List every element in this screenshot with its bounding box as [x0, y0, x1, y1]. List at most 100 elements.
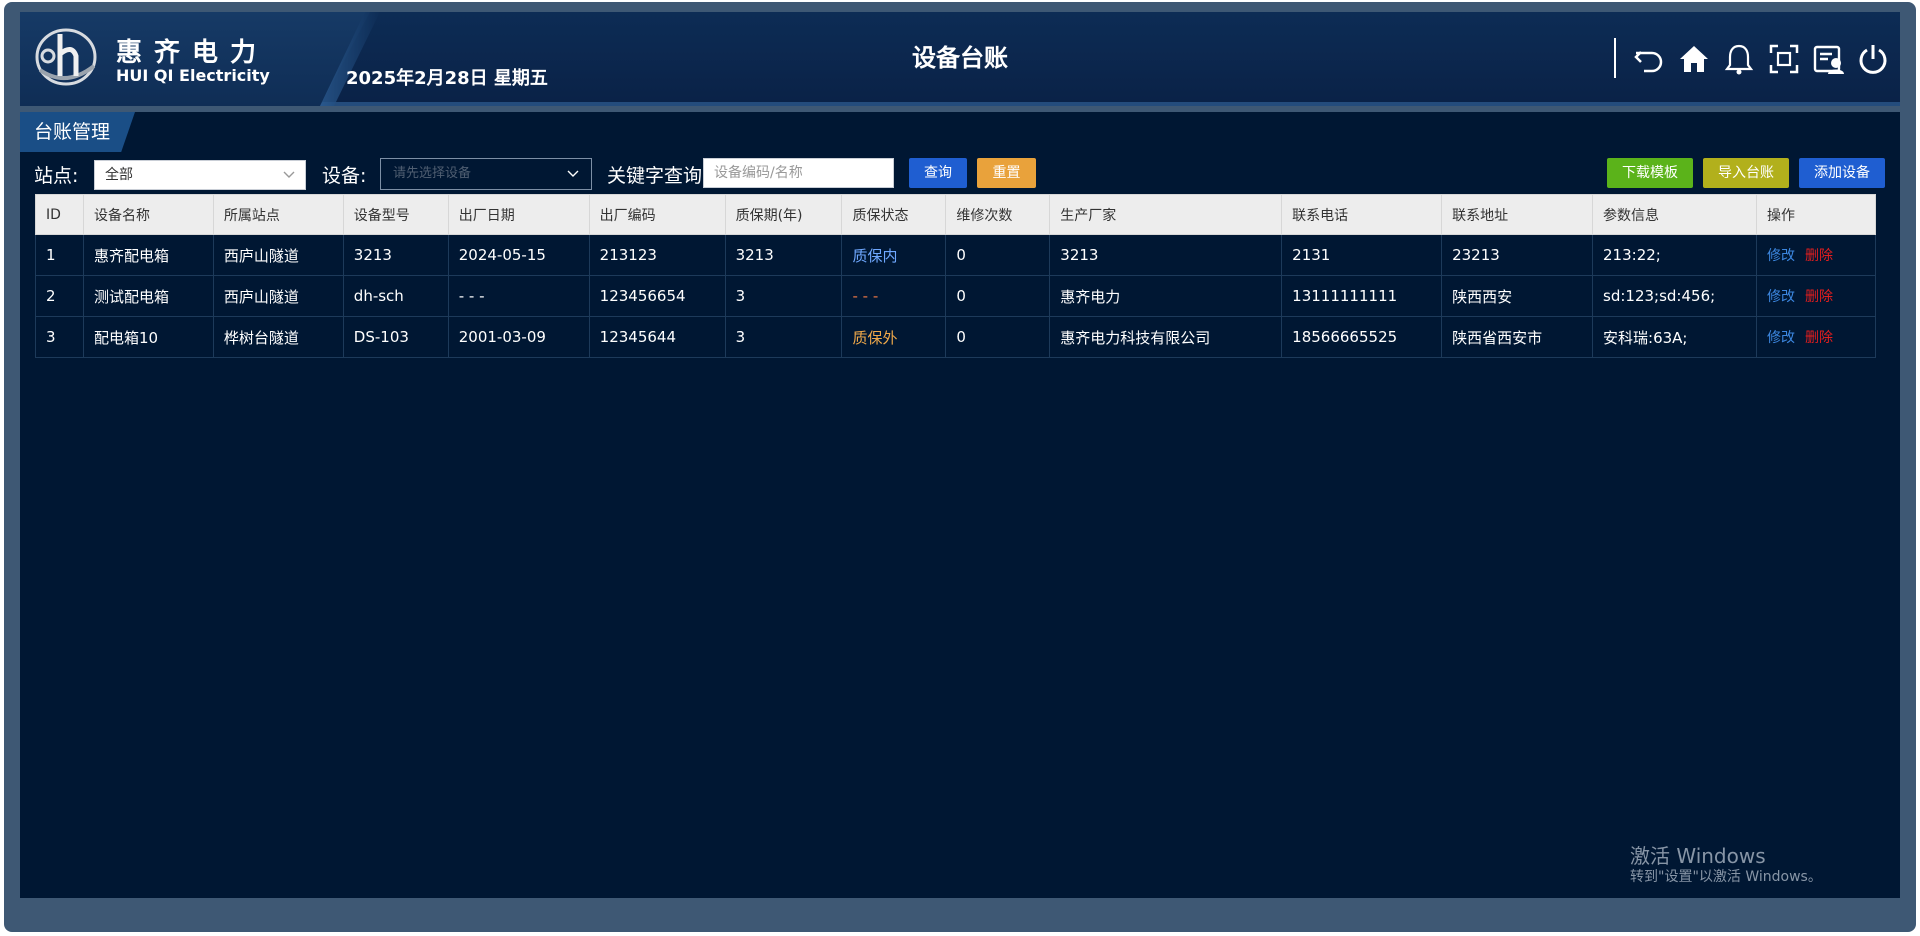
column-header: 操作: [1755, 194, 1877, 235]
brand-name-cn: 惠齐电力: [116, 38, 269, 68]
cell-device-name: 测试配电箱: [82, 275, 214, 317]
delete-link[interactable]: 删除: [1805, 248, 1833, 264]
cell-device-name: 配电箱10: [82, 316, 214, 358]
cell-station: 西庐山隧道: [212, 275, 344, 317]
cell-model: dh-sch: [342, 275, 449, 317]
device-label: 设备:: [322, 165, 367, 187]
cell-manufacturer: 惠齐电力科技有限公司: [1049, 316, 1283, 358]
cell-model: DS-103: [342, 316, 449, 358]
station-select[interactable]: 全部: [94, 160, 306, 190]
cell-address: 陕西西安: [1441, 275, 1594, 317]
cell-warranty-status: - - -: [841, 275, 947, 317]
edit-link[interactable]: 修改: [1767, 330, 1795, 346]
home-icon[interactable]: [1677, 42, 1711, 76]
cell-factory-date: 2024-05-15: [447, 234, 590, 276]
cell-params: sd:123;sd:456;: [1592, 275, 1757, 317]
cell-id: 3: [35, 316, 84, 358]
column-header: 维修次数: [945, 194, 1051, 235]
station-label: 站点:: [34, 165, 79, 187]
column-header: ID: [35, 194, 84, 235]
cell-phone: 13111111111: [1281, 275, 1443, 317]
reset-button[interactable]: 重置: [977, 158, 1036, 188]
column-header: 质保期(年): [724, 194, 843, 235]
column-header: 质保状态: [841, 194, 947, 235]
edit-link[interactable]: 修改: [1767, 248, 1795, 264]
cell-warranty-years: 3213: [724, 234, 843, 276]
table-row: 3 配电箱10 桦树台隧道 DS-103 2001-03-09 12345644…: [35, 316, 1877, 358]
column-header: 生产厂家: [1049, 194, 1283, 235]
tab-ledger-management[interactable]: 台账管理: [20, 112, 135, 152]
bell-icon[interactable]: [1722, 42, 1756, 76]
chevron-down-icon: [567, 170, 579, 177]
cell-warranty-status: 质保内: [841, 234, 947, 276]
current-date: 2025年2月28日 星期五: [346, 68, 548, 89]
cell-id: 1: [35, 234, 84, 276]
column-header: 设备名称: [82, 194, 214, 235]
column-header: 联系电话: [1281, 194, 1443, 235]
table-row: 2 测试配电箱 西庐山隧道 dh-sch - - - 123456654 3 -…: [35, 275, 1877, 317]
cell-factory-date: 2001-03-09: [447, 316, 590, 358]
query-button[interactable]: 查询: [909, 158, 967, 188]
app-header: 惠齐电力 HUI QI Electricity 2025年2月28日 星期五 设…: [20, 12, 1900, 106]
power-icon[interactable]: [1856, 42, 1890, 76]
user-card-icon[interactable]: [1812, 42, 1846, 76]
cell-warranty-years: 3: [724, 316, 843, 358]
cell-repair-count: 0: [945, 234, 1051, 276]
table-row: 1 惠齐配电箱 西庐山隧道 3213 2024-05-15 213123 321…: [35, 234, 1877, 276]
device-select-placeholder: 请先选择设备: [393, 166, 472, 181]
cell-warranty-years: 3: [724, 275, 843, 317]
cell-station: 桦树台隧道: [212, 316, 344, 358]
column-header: 联系地址: [1441, 194, 1594, 235]
chevron-down-icon: [283, 171, 295, 178]
cell-repair-count: 0: [945, 275, 1051, 317]
cell-address: 23213: [1441, 234, 1594, 276]
page-title: 设备台账: [912, 44, 1008, 72]
keyword-label: 关键字查询: [607, 165, 703, 187]
fullscreen-icon[interactable]: [1767, 42, 1801, 76]
cell-device-name: 惠齐配电箱: [82, 234, 214, 276]
cell-factory-code: 12345644: [588, 316, 726, 358]
import-ledger-button[interactable]: 导入台账: [1703, 158, 1789, 188]
windows-activation-title: 激活 Windows: [1630, 844, 1766, 868]
windows-activation-hint: 转到"设置"以激活 Windows。: [1630, 869, 1822, 885]
add-device-button[interactable]: 添加设备: [1799, 158, 1885, 188]
device-select[interactable]: 请先选择设备: [380, 158, 592, 190]
cell-manufacturer: 3213: [1049, 234, 1283, 276]
cell-repair-count: 0: [945, 316, 1051, 358]
delete-link[interactable]: 删除: [1805, 330, 1833, 346]
delete-link[interactable]: 删除: [1805, 289, 1833, 305]
cell-actions: 修改 删除: [1755, 234, 1877, 276]
cell-manufacturer: 惠齐电力: [1049, 275, 1283, 317]
brand-name-en: HUI QI Electricity: [116, 66, 270, 85]
cell-params: 安科瑞:63A;: [1592, 316, 1757, 358]
keyword-input[interactable]: 设备编码/名称: [703, 158, 894, 188]
cell-actions: 修改 删除: [1755, 316, 1877, 358]
edit-link[interactable]: 修改: [1767, 289, 1795, 305]
cell-station: 西庐山隧道: [212, 234, 344, 276]
company-logo-icon: [35, 28, 97, 86]
column-header: 出厂编码: [588, 194, 726, 235]
cell-id: 2: [35, 275, 84, 317]
cell-phone: 18566665525: [1281, 316, 1443, 358]
cell-address: 陕西省西安市: [1441, 316, 1594, 358]
cell-warranty-status: 质保外: [841, 316, 947, 358]
header-divider: [1614, 38, 1616, 78]
cell-phone: 2131: [1281, 234, 1443, 276]
undo-icon[interactable]: [1632, 42, 1666, 76]
cell-actions: 修改 删除: [1755, 275, 1877, 317]
column-header: 参数信息: [1592, 194, 1757, 235]
column-header: 设备型号: [342, 194, 449, 235]
device-ledger-table: ID 设备名称 所属站点 设备型号 出厂日期 出厂编码 质保期(年) 质保状态 …: [35, 194, 1877, 358]
download-template-button[interactable]: 下载模板: [1607, 158, 1693, 188]
column-header: 出厂日期: [447, 194, 590, 235]
cell-factory-date: - - -: [447, 275, 590, 317]
table-header-row: ID 设备名称 所属站点 设备型号 出厂日期 出厂编码 质保期(年) 质保状态 …: [35, 194, 1877, 235]
cell-factory-code: 123456654: [588, 275, 726, 317]
cell-factory-code: 213123: [588, 234, 726, 276]
cell-params: 213:22;: [1592, 234, 1757, 276]
main-content: 台账管理 站点: 全部 设备: 请先选择设备 关键字查询 设备编码/名称 查询 …: [20, 112, 1900, 898]
cell-model: 3213: [342, 234, 449, 276]
station-select-value: 全部: [105, 167, 133, 183]
keyword-input-placeholder: 设备编码/名称: [714, 165, 803, 181]
column-header: 所属站点: [212, 194, 344, 235]
